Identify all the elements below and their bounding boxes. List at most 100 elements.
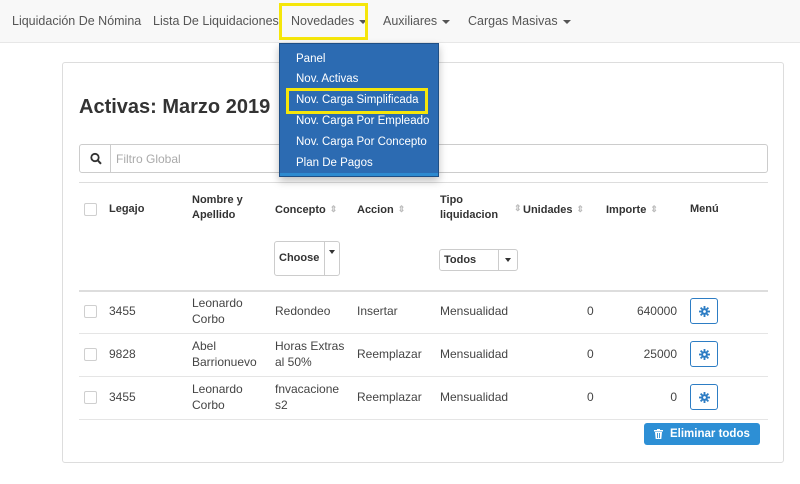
col-label: Unidades — [523, 204, 573, 216]
col-accion[interactable]: Accion ⇕ — [357, 202, 405, 218]
search-icon — [90, 152, 102, 165]
menu-item-panel[interactable]: Panel — [296, 49, 325, 69]
nav-liquidacion-nomina[interactable]: Liquidación De Nómina — [12, 0, 141, 43]
col-label: Tipo — [440, 194, 464, 206]
select-value: Todos — [444, 254, 477, 266]
row-divider — [79, 333, 768, 334]
delete-all-button[interactable]: Eliminar todos — [644, 423, 760, 445]
cell-tipo: Mensualidad — [440, 390, 509, 404]
tipo-filter-select[interactable]: Todos — [439, 249, 518, 271]
table-top-border — [79, 182, 768, 183]
trash-icon — [654, 429, 663, 439]
col-label: Concepto — [275, 204, 326, 216]
menu-item-nov-activas[interactable]: Nov. Activas — [296, 69, 358, 89]
caret-down-icon — [442, 19, 451, 24]
col-label: Importe — [606, 204, 647, 216]
cell-nombre: Leonardo Corbo — [192, 381, 243, 413]
caret-down-icon — [505, 258, 511, 262]
table-header-bottom-border — [79, 290, 768, 292]
cell-nombre: Abel Barrionuevo — [192, 338, 257, 370]
col-importe[interactable]: Importe ⇕ — [606, 202, 658, 218]
cell-text: Leonardo — [192, 382, 243, 396]
row-divider — [79, 419, 768, 420]
concepto-filter-select[interactable]: Choose — [274, 241, 340, 276]
cell-importe: 0 — [670, 390, 677, 404]
col-menu: Menú — [690, 202, 719, 217]
col-tipo-liquidacion[interactable]: Tipo liquidacion ⇕ — [440, 193, 522, 223]
cell-text: Horas Extras — [275, 339, 345, 353]
gear-icon — [699, 306, 710, 317]
select-all-checkbox[interactable] — [84, 203, 97, 216]
cell-text: al 50% — [275, 355, 312, 369]
cell-tipo: Mensualidad — [440, 304, 509, 318]
cell-concepto: Horas Extras al 50% — [275, 338, 344, 370]
cell-concepto: fnvacacione s2 — [275, 381, 339, 413]
cell-unidades: 0 — [587, 347, 594, 361]
col-label: liquidacion — [440, 209, 499, 221]
col-concepto[interactable]: Concepto ⇕ — [275, 202, 337, 218]
cell-concepto: Redondeo — [275, 304, 331, 318]
row-menu-button[interactable] — [690, 341, 718, 367]
select-value: Choose — [279, 252, 320, 264]
row-checkbox[interactable] — [84, 305, 97, 318]
cell-accion: Reemplazar — [357, 390, 422, 404]
col-label: Menú — [690, 203, 719, 215]
col-label: Accion — [357, 204, 394, 216]
row-divider — [79, 376, 768, 377]
col-legajo[interactable]: Legajo — [109, 202, 144, 217]
select-separator — [498, 250, 499, 270]
cell-unidades: 0 — [587, 390, 594, 404]
cell-text: Barrionuevo — [192, 355, 257, 369]
cell-legajo: 3455 — [109, 304, 136, 318]
col-unidades[interactable]: Unidades ⇕ — [523, 202, 584, 218]
menu-highlight-box — [286, 88, 428, 114]
cell-text: Corbo — [192, 312, 225, 326]
sort-icon: ⇕ — [576, 204, 585, 214]
cell-legajo: 9828 — [109, 347, 136, 361]
cell-legajo: 3455 — [109, 390, 136, 404]
cell-unidades: 0 — [587, 304, 594, 318]
nav-label: Auxiliares — [383, 14, 438, 28]
sort-icon: ⇕ — [397, 204, 406, 214]
caret-down-icon — [562, 19, 571, 24]
cell-text: s2 — [275, 398, 288, 412]
novedades-dropdown-menu: Panel Nov. Activas Nov. Carga Simplifica… — [279, 43, 439, 177]
page-title: Activas: Marzo 2019 — [79, 96, 271, 118]
nav-highlight-box — [279, 3, 368, 40]
cell-text: Leonardo — [192, 296, 243, 310]
menu-item-nov-carga-por-concepto[interactable]: Nov. Carga Por Concepto — [296, 132, 427, 152]
cell-text: Corbo — [192, 398, 225, 412]
col-nombre[interactable]: Nombre y Apellido — [192, 193, 243, 223]
sort-icon: ⇕ — [514, 203, 522, 213]
cell-accion: Reemplazar — [357, 347, 422, 361]
cell-text: fnvacacione — [275, 382, 340, 396]
nav-lista-liquidaciones[interactable]: Lista De Liquidaciones — [153, 0, 279, 43]
search-divider — [110, 145, 111, 172]
nav-label: Cargas Masivas — [468, 14, 558, 28]
cell-nombre: Leonardo Corbo — [192, 295, 243, 327]
cell-tipo: Mensualidad — [440, 347, 509, 361]
col-label: Legajo — [109, 203, 145, 215]
sort-icon: ⇕ — [329, 204, 338, 214]
gear-icon — [699, 349, 710, 360]
cell-importe: 640000 — [636, 304, 677, 318]
button-label: Eliminar todos — [670, 428, 750, 440]
col-label: Nombre y — [192, 194, 243, 206]
row-checkbox[interactable] — [84, 391, 97, 404]
top-navbar: Liquidación De Nómina Lista De Liquidaci… — [0, 0, 800, 43]
gear-icon — [699, 392, 710, 403]
row-checkbox[interactable] — [84, 348, 97, 361]
row-menu-button[interactable] — [690, 298, 718, 324]
sort-icon: ⇕ — [650, 204, 658, 214]
cell-importe: 25000 — [643, 347, 677, 361]
caret-down-icon — [329, 250, 335, 254]
cell-text: Abel — [192, 339, 217, 353]
nav-label: Lista De Liquidaciones — [153, 14, 279, 28]
nav-cargas-masivas[interactable]: Cargas Masivas — [468, 0, 571, 43]
nav-auxiliares[interactable]: Auxiliares — [383, 0, 451, 43]
col-label: Apellido — [192, 209, 236, 221]
menu-item-plan-de-pagos[interactable]: Plan De Pagos — [296, 153, 373, 173]
menu-item-nov-carga-por-empleado[interactable]: Nov. Carga Por Empleado — [296, 111, 429, 131]
cell-accion: Insertar — [357, 304, 398, 318]
row-menu-button[interactable] — [690, 384, 718, 410]
